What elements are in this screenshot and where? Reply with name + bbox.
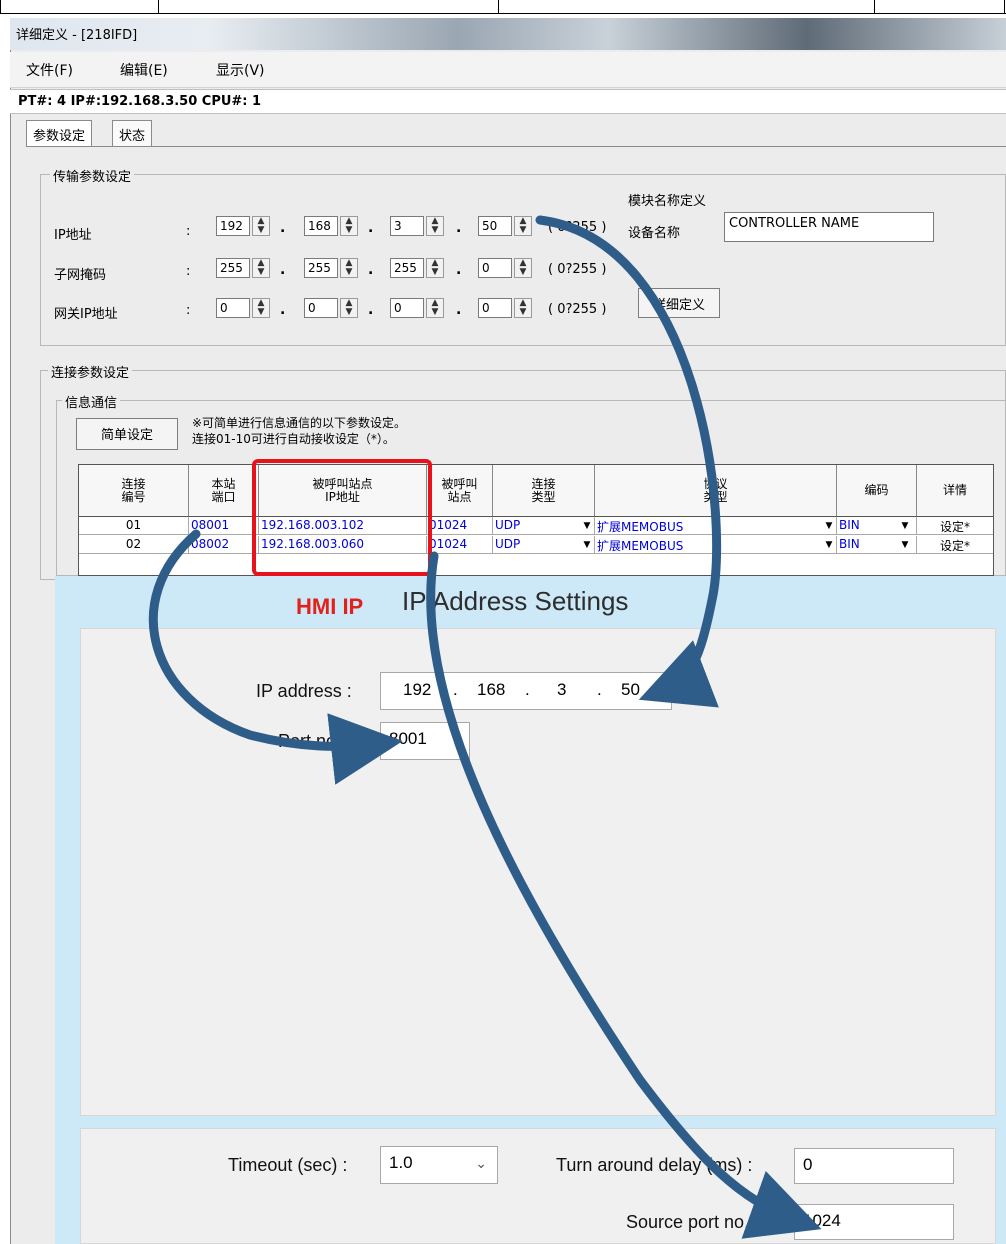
arrow-port-to-dialog: [148, 529, 403, 785]
annotation-arrows: [148, 215, 822, 1239]
arrow-ip-to-dialog: [535, 215, 722, 708]
arrow-remoteport-to-source: [426, 551, 822, 1239]
